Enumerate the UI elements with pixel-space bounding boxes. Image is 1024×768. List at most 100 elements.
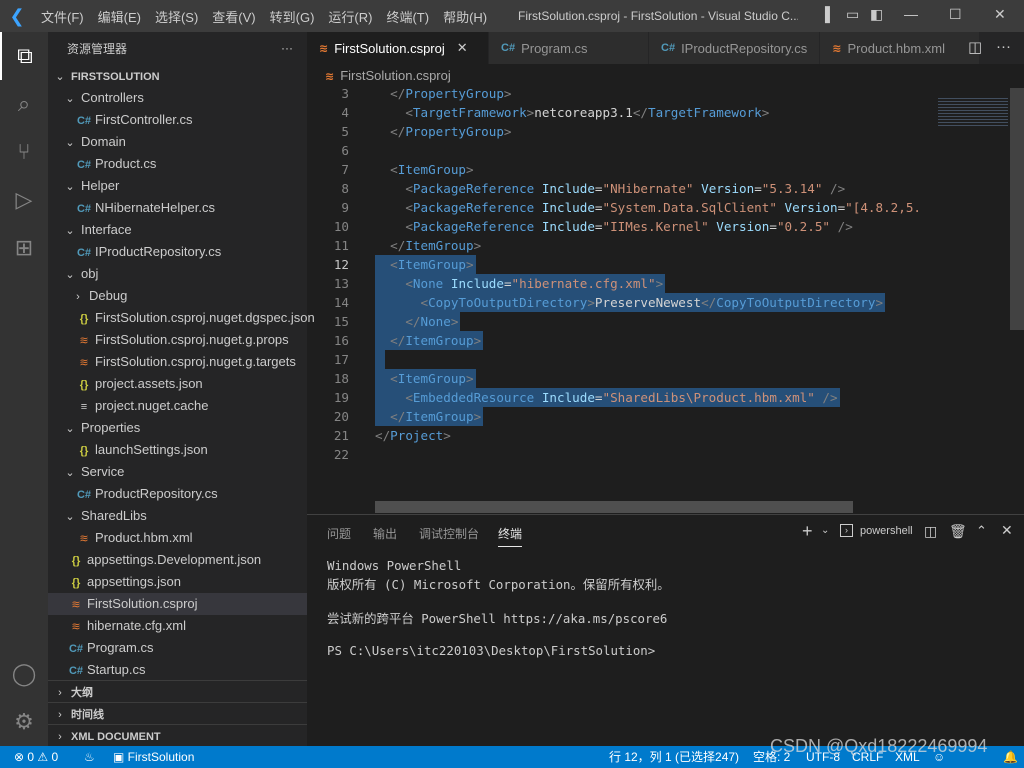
code-line: <TargetFramework>netcoreapp3.1</TargetFr…	[375, 103, 769, 122]
tree-item[interactable]: C# NHibernateHelper.cs	[48, 197, 307, 219]
source-control-icon[interactable]: ⑂	[0, 128, 48, 176]
menu-item[interactable]: 编辑(E)	[91, 7, 148, 26]
tree-item[interactable]: {} appsettings.Development.json	[48, 549, 307, 571]
folder-status[interactable]: ▣ FirstSolution	[113, 746, 194, 768]
code-line: <ItemGroup>	[375, 255, 476, 274]
more-actions-icon[interactable]: ···	[996, 38, 1011, 55]
tree-item[interactable]: {} FirstSolution.csproj.nuget.dgspec.json	[48, 307, 315, 329]
vscode-logo-icon: ❮	[9, 5, 25, 26]
xml-file-icon: ≋	[71, 599, 81, 611]
code-line: <PackageReference Include="NHibernate" V…	[375, 179, 845, 198]
cursor-position[interactable]: 行 12，列 1 (已选择247)	[609, 746, 739, 768]
new-terminal-icon[interactable]: +	[802, 521, 813, 542]
account-icon[interactable]: ◯	[0, 650, 48, 698]
toggle-panel-icon[interactable]: ▭	[846, 6, 859, 23]
menu-item[interactable]: 转到(G)	[263, 7, 322, 26]
tree-item[interactable]: ⌄ Domain	[48, 131, 307, 153]
token-br: </	[375, 238, 406, 253]
section-timeline[interactable]: › 时间线	[48, 702, 307, 724]
tree-item[interactable]: ⌄ Controllers	[48, 87, 307, 109]
tree-item[interactable]: ⌄ Interface	[48, 219, 307, 241]
tree-item[interactable]: ≋ Product.hbm.xml	[48, 527, 307, 549]
tab-output[interactable]: 输出	[373, 525, 397, 542]
explorer-icon[interactable]: ⧉	[0, 32, 48, 80]
split-editor-icon[interactable]: ◫	[968, 38, 982, 56]
section-xml-document[interactable]: › XML DOCUMENT	[48, 724, 307, 746]
close-window-button[interactable]: ✕	[994, 6, 1006, 23]
tree-item-label: Program.cs	[87, 640, 154, 655]
settings-gear-icon[interactable]: ⚙	[0, 698, 48, 746]
tab-problems[interactable]: 问题	[327, 525, 351, 542]
tree-item[interactable]: ⌄ Helper	[48, 175, 307, 197]
vertical-scrollbar[interactable]	[1010, 88, 1024, 514]
token-br: <	[375, 219, 413, 234]
problems-status[interactable]: ⊗ 0 ⚠ 0	[14, 746, 58, 768]
line-number: 16	[333, 333, 349, 348]
tree-item-label: Controllers	[81, 90, 144, 105]
tree-item[interactable]: C# Startup.cs	[48, 659, 307, 681]
tree-item[interactable]: ≋ FirstSolution.csproj.nuget.g.targets	[48, 351, 307, 373]
menu-item[interactable]: 文件(F)	[34, 7, 91, 26]
tree-item[interactable]: › Debug	[48, 285, 307, 307]
maximize-button[interactable]: ☐	[949, 6, 962, 23]
tree-item[interactable]: ≡ project.nuget.cache	[48, 395, 307, 417]
tree-item[interactable]: C# ProductRepository.cs	[48, 483, 307, 505]
tree-item[interactable]: ⌄ Properties	[48, 417, 307, 439]
chevron-down-icon[interactable]: ⌄	[821, 525, 829, 536]
close-panel-icon[interactable]: ✕	[1001, 522, 1013, 539]
tab-firstsolution-csproj[interactable]: ≋ FirstSolution.csproj ✕	[307, 32, 489, 64]
tree-item[interactable]: {} launchSettings.json	[48, 439, 307, 461]
token-br: </	[375, 428, 391, 443]
line-number: 19	[333, 390, 349, 405]
terminal-name[interactable]: powershell	[860, 525, 913, 537]
workspace-root[interactable]: ⌄ FIRSTSOLUTION	[48, 65, 307, 87]
tree-item[interactable]: ≋ FirstSolution.csproj	[48, 593, 307, 615]
minimize-button[interactable]: —	[904, 6, 918, 22]
tab-label: Program.cs	[521, 40, 588, 56]
menu-item[interactable]: 运行(R)	[321, 7, 379, 26]
tab-iproductrepository-cs[interactable]: C# IProductRepository.cs	[649, 32, 821, 64]
tab-program-cs[interactable]: C# Program.cs	[489, 32, 649, 64]
split-terminal-icon[interactable]: ◫	[924, 523, 937, 540]
maximize-panel-icon[interactable]: ⌃	[976, 523, 987, 539]
tree-item[interactable]: C# Product.cs	[48, 153, 307, 175]
line-number: 10	[333, 219, 349, 234]
live-share-icon[interactable]: ♨	[84, 746, 95, 768]
tree-item[interactable]: ⌄ SharedLibs	[48, 505, 307, 527]
menu-item[interactable]: 终端(T)	[379, 7, 436, 26]
code-editor[interactable]: 3 </PropertyGroup> 4 <TargetFramework>net…	[307, 84, 930, 514]
tree-item[interactable]: C# FirstController.cs	[48, 109, 307, 131]
extensions-icon[interactable]: ⊞	[0, 224, 48, 272]
line-number: 15	[333, 314, 349, 329]
chevron-down-icon: ⌄	[65, 225, 75, 237]
menu-item[interactable]: 选择(S)	[148, 7, 205, 26]
menu-item[interactable]: 帮助(H)	[436, 7, 494, 26]
tree-item-label: ProductRepository.cs	[95, 486, 218, 501]
tree-item[interactable]: C# IProductRepository.cs	[48, 241, 307, 263]
tree-item[interactable]: ≋ hibernate.cfg.xml	[48, 615, 307, 637]
more-actions-button[interactable]: ···	[281, 41, 293, 55]
horizontal-scrollbar[interactable]	[375, 501, 853, 513]
tree-item[interactable]: ⌄ obj	[48, 263, 307, 285]
search-icon[interactable]: ⌕	[0, 80, 48, 128]
run-debug-icon[interactable]: ▷	[0, 176, 48, 224]
toggle-sidebar-icon[interactable]: ▐	[820, 6, 830, 22]
tab-product-hbm-xml[interactable]: ≋ Product.hbm.xml	[820, 32, 981, 64]
tree-item[interactable]: {} project.assets.json	[48, 373, 307, 395]
tree-item[interactable]: ⌄ Service	[48, 461, 307, 483]
tree-item[interactable]: ≋ FirstSolution.csproj.nuget.g.props	[48, 329, 307, 351]
menu-item[interactable]: 查看(V)	[205, 7, 262, 26]
toggle-layout-icon[interactable]: ◧	[870, 6, 883, 23]
tab-debug-console[interactable]: 调试控制台	[419, 525, 479, 542]
tree-item[interactable]: {} appsettings.json	[48, 571, 307, 593]
breadcrumb-file[interactable]: FirstSolution.csproj	[340, 68, 451, 83]
close-tab-icon[interactable]: ✕	[457, 40, 468, 56]
kill-terminal-icon[interactable]: 🗑	[949, 523, 967, 540]
notifications-bell-icon[interactable]: 🔔	[1003, 746, 1018, 768]
tree-item[interactable]: C# Program.cs	[48, 637, 307, 659]
minimap[interactable]	[930, 88, 1010, 514]
tab-terminal[interactable]: 终端	[498, 525, 523, 547]
section-outline[interactable]: › 大纲	[48, 680, 307, 702]
